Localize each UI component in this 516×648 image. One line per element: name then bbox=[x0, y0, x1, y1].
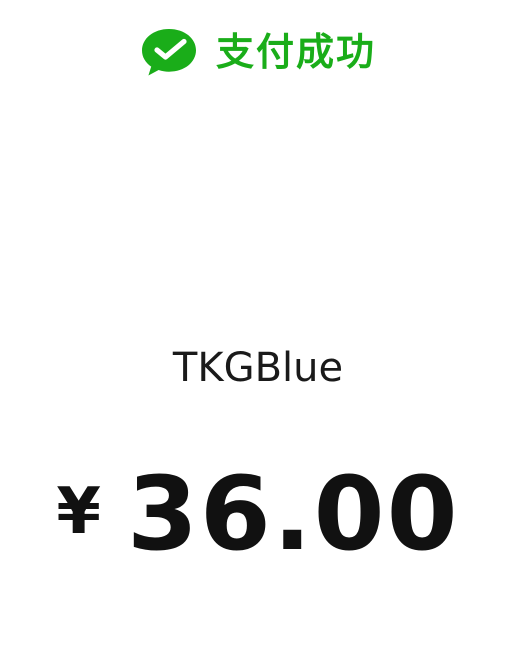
currency-symbol: ¥ bbox=[56, 475, 101, 549]
amount-value: 36.00 bbox=[126, 455, 460, 574]
merchant-name: TKGBlue bbox=[172, 345, 344, 391]
payment-amount: ¥ 36.00 bbox=[0, 460, 516, 570]
payment-status-header: 支付成功 bbox=[0, 24, 516, 80]
payment-success-text: 支付成功 bbox=[215, 30, 376, 74]
wechat-pay-icon bbox=[141, 29, 196, 76]
